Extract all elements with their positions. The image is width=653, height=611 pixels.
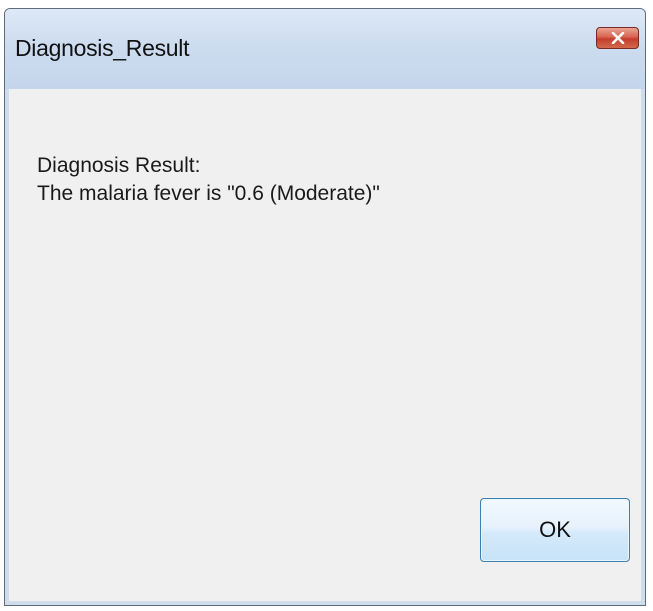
close-button[interactable] bbox=[596, 27, 639, 49]
close-icon bbox=[611, 32, 625, 44]
window-title: Diagnosis_Result bbox=[15, 35, 190, 61]
message-heading: Diagnosis Result: bbox=[37, 154, 201, 177]
title-bar[interactable]: Diagnosis_Result bbox=[5, 9, 645, 90]
ok-button[interactable]: OK bbox=[480, 498, 630, 562]
dialog-body: Diagnosis Result: The malaria fever is "… bbox=[5, 89, 645, 605]
message-text: Diagnosis Result: The malaria fever is "… bbox=[37, 152, 380, 208]
message-result: The malaria fever is "0.6 (Moderate)" bbox=[37, 182, 380, 205]
message-dialog: Diagnosis_Result Diagnosis Result: The m… bbox=[4, 8, 646, 606]
